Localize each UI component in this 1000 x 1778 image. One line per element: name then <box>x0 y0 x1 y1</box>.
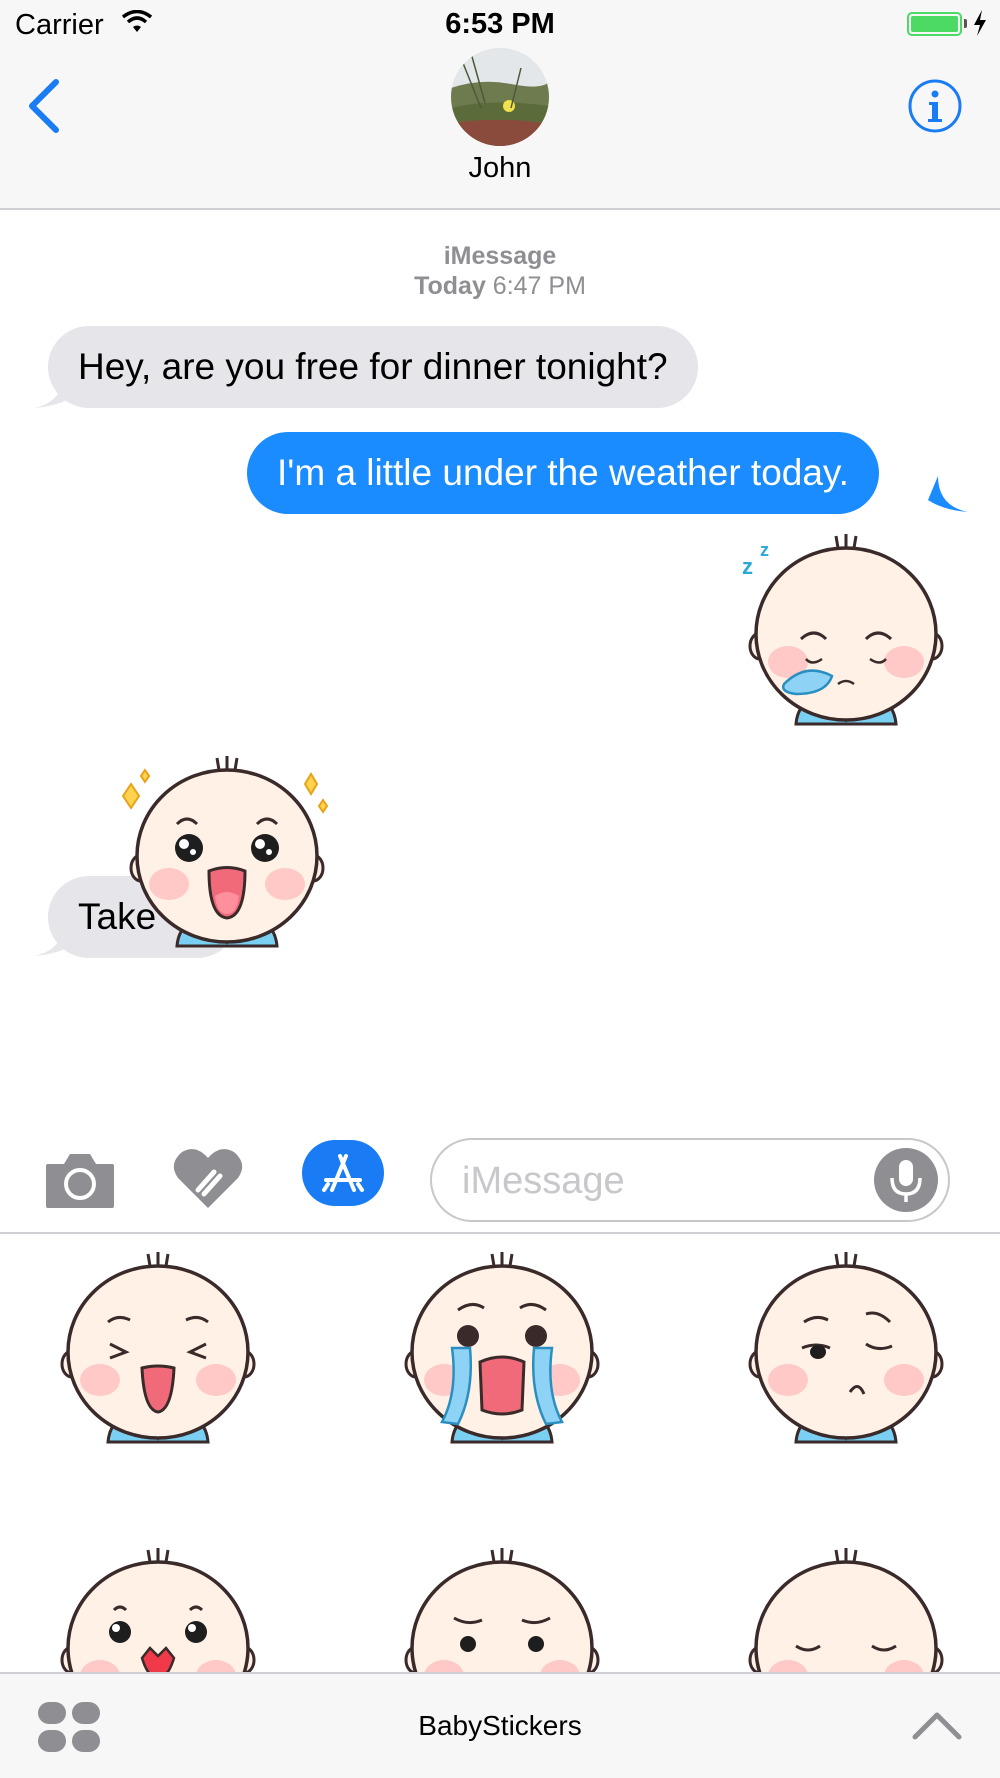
timestamp-day: Today <box>414 272 486 300</box>
surprised-baby-sticker[interactable] <box>54 1544 258 1672</box>
imessage-app-bar: BabyStickers <box>0 1672 1000 1778</box>
outgoing-message-bubble[interactable]: I'm a little under the weather today. <box>247 432 879 514</box>
svg-text:z: z <box>760 540 769 560</box>
laughing-baby-sticker[interactable] <box>54 1248 258 1478</box>
outgoing-bubble-tail <box>928 476 968 512</box>
battery-icon <box>907 12 962 36</box>
message-composer: iMessage <box>0 1128 1000 1234</box>
charging-icon <box>972 10 988 41</box>
microphone-icon[interactable] <box>874 1148 938 1212</box>
info-icon[interactable] <box>907 78 963 139</box>
battery-tip <box>964 19 967 28</box>
timestamp-time: 6:47 PM <box>492 272 586 300</box>
back-chevron-icon[interactable] <box>26 78 62 139</box>
frowning-baby-sticker[interactable] <box>398 1544 602 1672</box>
svg-text:z: z <box>742 554 753 579</box>
sticker-drawer <box>0 1234 1000 1672</box>
chevron-up-icon[interactable] <box>912 1710 962 1745</box>
app-store-icon[interactable] <box>302 1140 384 1211</box>
sleepy-baby-sticker[interactable]: z z <box>742 520 946 760</box>
digital-touch-icon[interactable] <box>172 1146 244 1215</box>
camera-icon[interactable] <box>44 1150 116 1215</box>
crying-baby-sticker[interactable] <box>398 1248 602 1478</box>
contact-name[interactable]: John <box>0 152 1000 185</box>
service-label: iMessage <box>443 242 557 270</box>
incoming-message-bubble[interactable]: Hey, are you free for dinner tonight? <box>48 326 698 408</box>
sleeping-baby-sticker[interactable] <box>742 1544 946 1672</box>
message-input[interactable]: iMessage <box>430 1138 950 1222</box>
contact-avatar[interactable] <box>451 48 549 146</box>
app-name-label: BabyStickers <box>418 1710 582 1741</box>
clock: 6:53 PM <box>445 8 555 40</box>
status-bar: Carrier 6:53 PM <box>0 0 1000 48</box>
excited-baby-sticker[interactable] <box>120 742 334 982</box>
message-input-placeholder: iMessage <box>462 1160 625 1202</box>
message-timestamp: Today 6:47 PM <box>0 272 1000 301</box>
smirking-baby-sticker[interactable] <box>742 1248 946 1478</box>
conversation-header: John <box>0 48 1000 210</box>
